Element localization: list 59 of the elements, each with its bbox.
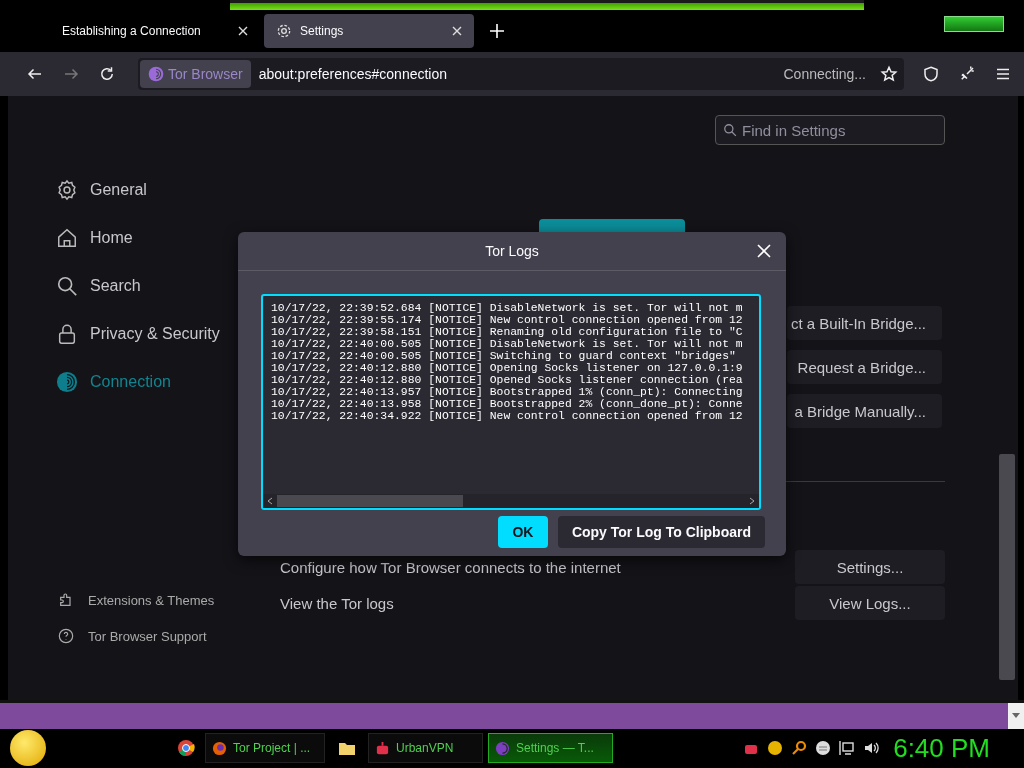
- onion-icon: [56, 371, 78, 393]
- horizontal-scrollbar[interactable]: [263, 494, 759, 508]
- onion-icon: [148, 66, 164, 82]
- url-text[interactable]: about:preferences#connection: [258, 66, 776, 82]
- home-icon: [56, 227, 78, 249]
- taskbar-item[interactable]: Settings — T...: [488, 733, 613, 763]
- search-field[interactable]: Find in Settings: [715, 115, 945, 145]
- browser-tab[interactable]: Establishing a Connection: [50, 14, 260, 48]
- start-button[interactable]: [10, 730, 46, 766]
- bridge-button[interactable]: ct a Built-In Bridge...: [787, 306, 942, 340]
- bridge-button[interactable]: Request a Bridge...: [787, 350, 942, 384]
- sidebar-item[interactable]: Search: [56, 262, 141, 310]
- log-text-area[interactable]: 10/17/22, 22:39:52.684 [NOTICE] DisableNetwork is set. Tor will not m 10/17/22, 22:39:55.174 [NOTICE] New control connection opened from 12 10/17/22, 22:39:58.151 [NOTICE] Renaming old configuration file to "C 10/17/22, 22:40:00.505 [NOTICE] DisableNetwork is set. Tor will not m 10/17/22, 22:40:00.505 [NOTICE] Switching to guard context "bridges" 10/17/22, 22:40:12.880 [NOTICE] Opening Socks listener on 127.0.0.1:9 10/17/22, 22:40:12.880 [NOTICE] Opened Socks listener connection (rea 10/17/22, 22:40:13.957 [NOTICE] Bootstrapped 1% (conn_pt): Connecting 10/17/22, 22:40:13.958 [NOTICE] Bootstrapped 2% (conn_done_pt): Conne 10/17/22, 22:40:34.922 [NOTICE] New control connection opened from 12: [261, 294, 761, 510]
- dialog-title: Tor Logs: [485, 243, 539, 259]
- folder-icon[interactable]: [338, 740, 356, 756]
- magnifier-icon[interactable]: [791, 740, 808, 756]
- view-logs-button[interactable]: View Logs...: [795, 586, 945, 620]
- chrome-icon[interactable]: [177, 739, 195, 757]
- close-icon[interactable]: [452, 26, 462, 36]
- sidebar-item[interactable]: General: [56, 166, 147, 214]
- sidebar-link[interactable]: Tor Browser Support: [56, 618, 280, 654]
- ok-button[interactable]: OK: [497, 516, 548, 548]
- sidebar-item[interactable]: Connection: [56, 358, 171, 406]
- copy-button[interactable]: Copy Tor Log To Clipboard: [557, 516, 765, 548]
- gear-icon: [56, 179, 78, 201]
- reload-icon[interactable]: [98, 65, 116, 83]
- close-icon[interactable]: [238, 26, 248, 36]
- browser-tab[interactable]: Settings: [264, 14, 474, 48]
- sidebar-link[interactable]: Extensions & Themes: [56, 582, 280, 618]
- star-icon[interactable]: [880, 65, 898, 83]
- coin-icon[interactable]: [767, 740, 784, 756]
- sidebar-item[interactable]: Privacy & Security: [56, 310, 220, 358]
- taskbar-item[interactable]: UrbanVPN: [368, 733, 483, 763]
- caret-right-icon[interactable]: [748, 497, 756, 505]
- search-icon: [56, 275, 78, 297]
- status-text: Connecting...: [783, 66, 866, 82]
- onion-icon: [495, 740, 510, 756]
- search-icon: [723, 123, 737, 137]
- fox-icon: [212, 740, 227, 756]
- taskbar-item[interactable]: Tor Project | ...: [205, 733, 325, 763]
- bridge-button[interactable]: a Bridge Manually...: [787, 394, 942, 428]
- gear-icon: [276, 23, 292, 39]
- settings-button[interactable]: Settings...: [795, 550, 945, 584]
- network-icon[interactable]: [839, 740, 856, 756]
- puzzle-icon: [58, 592, 74, 608]
- window-controls[interactable]: [944, 16, 1004, 32]
- setting-label: Configure how Tor Browser connects to the internet: [280, 558, 621, 576]
- scrollbar[interactable]: [999, 454, 1015, 680]
- setting-label: View the Tor logs: [280, 594, 394, 612]
- caret-down-icon[interactable]: [1012, 713, 1020, 719]
- help-icon: [58, 628, 74, 644]
- scroll-down-button[interactable]: [1008, 703, 1024, 729]
- clock: 6:40 PM: [893, 732, 990, 764]
- caret-left-icon[interactable]: [266, 497, 274, 505]
- volume-icon[interactable]: [863, 740, 880, 756]
- shield-icon[interactable]: [922, 65, 940, 83]
- new-tab-icon[interactable]: [490, 24, 504, 38]
- lock-icon: [56, 323, 78, 345]
- sidebar-item[interactable]: Home: [56, 214, 133, 262]
